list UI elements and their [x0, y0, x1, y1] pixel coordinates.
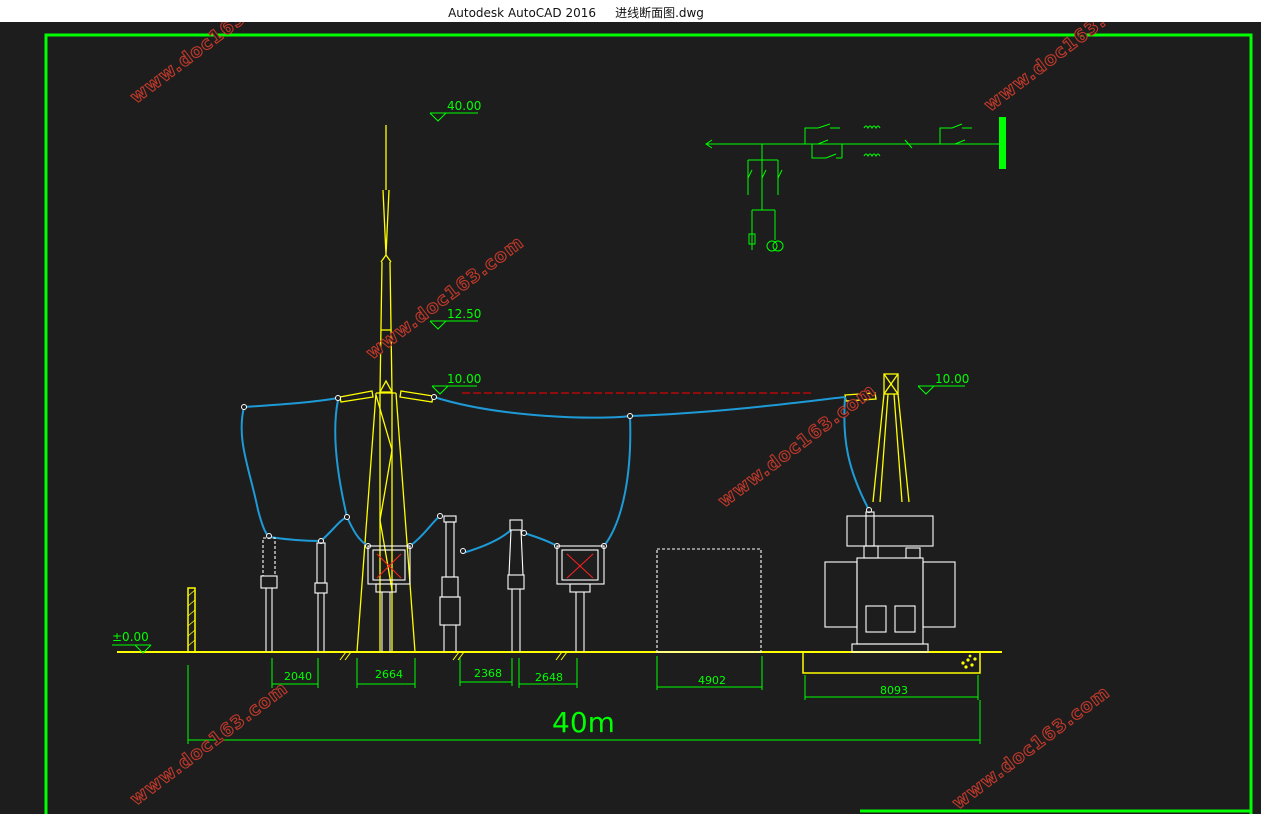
foundation-gravel — [961, 654, 977, 669]
potential-transformer — [314, 542, 328, 652]
app-title: Autodesk AutoCAD 2016 — [448, 6, 596, 20]
elevation-marker-ground: ±0.00 — [112, 630, 152, 654]
elevation-marker-10-right: 10.00 — [917, 372, 969, 395]
boundary-wall-hatch — [187, 589, 196, 647]
switchgear-room — [656, 548, 762, 653]
disconnect-switch-2 — [556, 545, 605, 652]
elevation-label-ground: ±0.00 — [112, 630, 149, 644]
elevation-marker-10-left: 10.00 — [431, 372, 481, 395]
gantry-tower-right — [872, 373, 910, 503]
elevation-label-40: 40.00 — [447, 99, 481, 113]
watermark-3: www.doc163.com — [362, 232, 528, 364]
dim-2664: 2664 — [375, 668, 403, 681]
window-titlebar: Autodesk AutoCAD 2016 进线断面图.dwg — [0, 0, 1261, 22]
file-name: 进线断面图.dwg — [615, 6, 704, 20]
drawing-frame — [44, 33, 1253, 814]
current-transformer — [507, 519, 525, 652]
dim-8093: 8093 — [880, 684, 908, 697]
drawing-canvas[interactable]: 40.00 12.50 10.00 10.00 ±0.00 2040 2664 … — [0, 22, 1261, 814]
disconnect-switch-2-cross — [566, 553, 594, 579]
dim-total: 40m — [552, 706, 615, 739]
window-title: Autodesk AutoCAD 2016 进线断面图.dwg — [0, 4, 1152, 21]
boundary-wall — [187, 587, 196, 653]
elevation-label-10-left: 10.00 — [447, 372, 481, 386]
dimension-texts: 2040 2664 2368 2648 4902 8093 40m — [284, 667, 908, 739]
watermark-5: www.doc163.com — [126, 678, 292, 810]
elevation-label-10-right: 10.00 — [935, 372, 969, 386]
lightning-rod-tower — [356, 125, 416, 653]
watermark-6: www.doc163.com — [948, 682, 1114, 814]
ground-hatches — [339, 651, 568, 661]
circuit-breaker — [439, 515, 461, 652]
dim-2040: 2040 — [284, 670, 312, 683]
busbar — [999, 117, 1006, 169]
dim-2368: 2368 — [474, 667, 502, 680]
transformer-foundation — [802, 652, 981, 674]
surge-arrester — [260, 537, 278, 652]
dim-2648: 2648 — [535, 671, 563, 684]
elevation-label-12.5: 12.50 — [447, 307, 481, 321]
elevation-marker-40: 40.00 — [429, 99, 481, 122]
single-line-diagram — [705, 123, 1000, 252]
disconnect-switch-1 — [367, 545, 411, 652]
dim-4902: 4902 — [698, 674, 726, 687]
watermarks: www.doc163.com www.doc163.com www.doc163… — [126, 22, 1147, 814]
main-transformer — [824, 511, 956, 653]
watermark-4: www.doc163.com — [714, 380, 880, 512]
